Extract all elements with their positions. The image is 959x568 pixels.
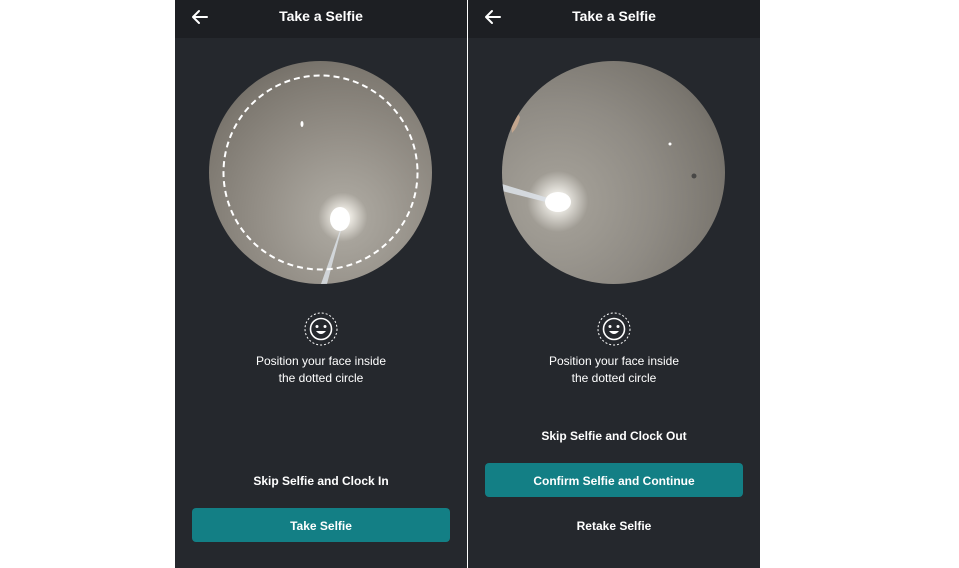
instruction-text: Position your face inside the dotted cir… (175, 353, 467, 387)
page-title: Take a Selfie (572, 8, 656, 24)
smiley-face-icon (597, 312, 631, 346)
selfie-screen-clock-in: Take a Selfie Position your face inside … (175, 0, 467, 568)
face-guide-dotted-circle (222, 74, 419, 271)
retake-selfie-link[interactable]: Retake Selfie (468, 519, 760, 533)
take-selfie-button[interactable]: Take Selfie (192, 508, 450, 542)
app-header: Take a Selfie (468, 0, 760, 38)
smiley-face-icon (304, 312, 338, 346)
instruction-line-2: the dotted circle (278, 371, 364, 385)
camera-preview (209, 61, 432, 284)
skip-selfie-clock-in-link[interactable]: Skip Selfie and Clock In (175, 474, 467, 488)
instruction-text: Position your face inside the dotted cir… (468, 353, 760, 387)
skip-selfie-clock-out-link[interactable]: Skip Selfie and Clock Out (468, 429, 760, 443)
instruction-line-1: Position your face inside (548, 354, 680, 368)
selfie-screen-clock-out: Take a Selfie Position your face inside … (468, 0, 760, 568)
confirm-selfie-button[interactable]: Confirm Selfie and Continue (485, 463, 743, 497)
app-header: Take a Selfie (175, 0, 467, 38)
captured-selfie-preview (502, 61, 725, 284)
instruction-line-1: Position your face inside (255, 354, 387, 368)
instruction-line-2: the dotted circle (571, 371, 657, 385)
page-title: Take a Selfie (279, 8, 363, 24)
